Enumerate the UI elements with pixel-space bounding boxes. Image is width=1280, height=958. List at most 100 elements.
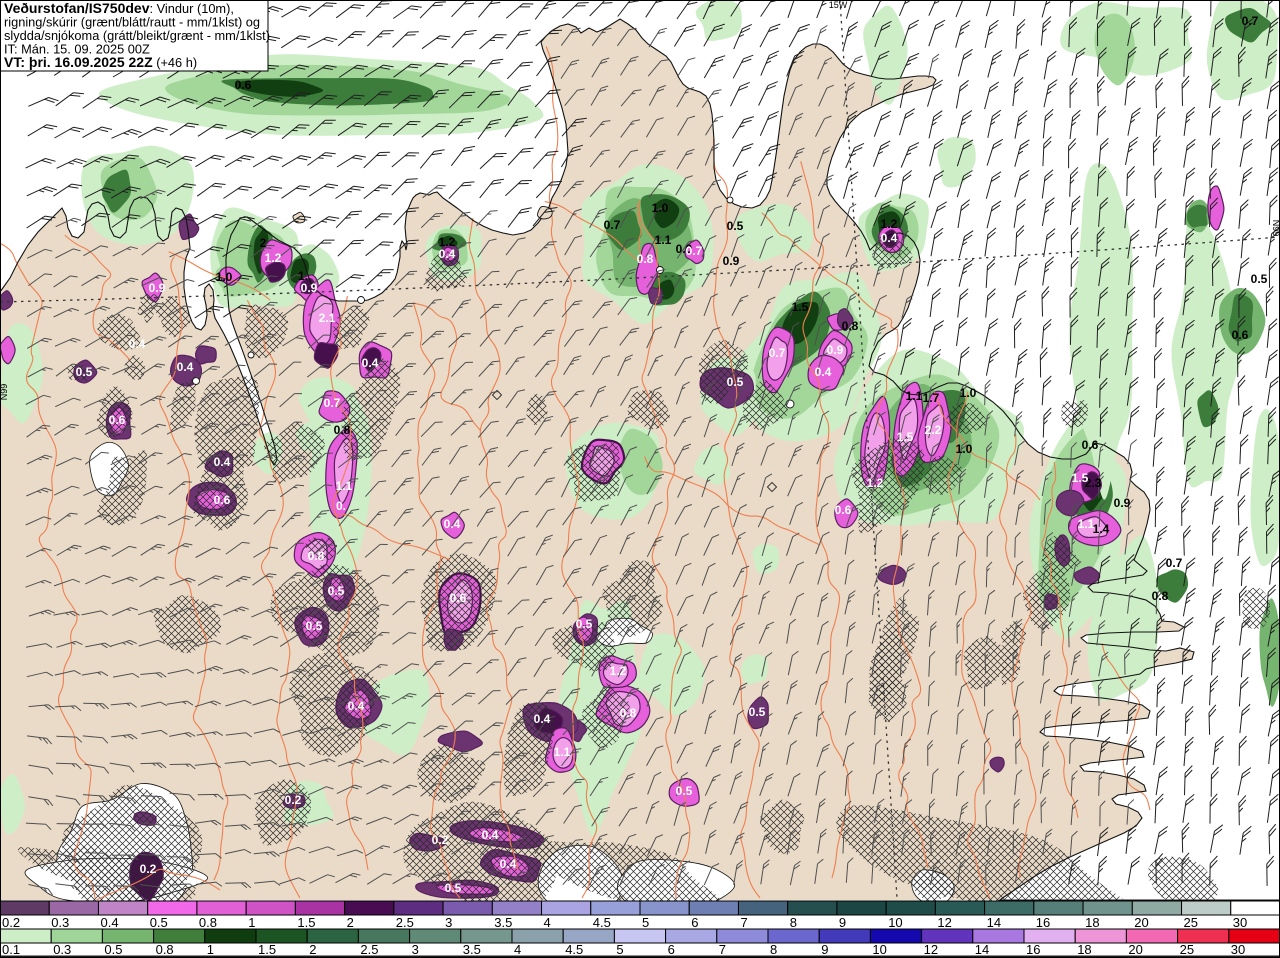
svg-text:1.1: 1.1 (655, 233, 672, 247)
svg-text:N99: N99 (0, 384, 9, 401)
svg-text:1: 1 (248, 915, 255, 930)
svg-text:0.8: 0.8 (1152, 589, 1169, 603)
svg-text:6: 6 (668, 942, 675, 957)
svg-text:16: 16 (1026, 942, 1040, 957)
svg-text:1: 1 (207, 942, 214, 957)
svg-text:0.9: 0.9 (723, 254, 740, 268)
svg-text:2.5: 2.5 (396, 915, 414, 930)
svg-text:5: 5 (642, 915, 649, 930)
svg-text:30: 30 (1231, 942, 1245, 957)
svg-text:1.1: 1.1 (1078, 517, 1095, 531)
svg-text:25: 25 (1184, 915, 1198, 930)
svg-text:1.4: 1.4 (1093, 522, 1110, 536)
svg-text:15W: 15W (829, 0, 848, 10)
svg-text:1.0: 1.0 (652, 201, 669, 215)
svg-text:0.6: 0.6 (835, 503, 852, 517)
svg-text:0.8: 0.8 (637, 252, 654, 266)
svg-text:20: 20 (1134, 915, 1148, 930)
svg-text:0.4: 0.4 (534, 712, 551, 726)
svg-text:4: 4 (544, 915, 551, 930)
svg-text:14: 14 (987, 915, 1001, 930)
svg-text:9: 9 (839, 915, 846, 930)
svg-text:N99: N99 (1271, 220, 1280, 237)
svg-text:0.8: 0.8 (842, 319, 859, 333)
svg-text:7: 7 (741, 915, 748, 930)
svg-text:VT: þri. 16.09.2025 22Z (+46 h: VT: þri. 16.09.2025 22Z (+46 h) (4, 54, 197, 70)
svg-text:2: 2 (347, 915, 354, 930)
svg-text:0.6: 0.6 (450, 591, 467, 605)
svg-text:5: 5 (616, 942, 623, 957)
svg-text:0.3: 0.3 (51, 915, 69, 930)
svg-text:0.5: 0.5 (1251, 272, 1268, 286)
svg-text:0.7: 0.7 (604, 218, 621, 232)
svg-text:0.9: 0.9 (149, 281, 166, 295)
svg-text:0.2: 0.2 (285, 793, 302, 807)
svg-text:9: 9 (821, 942, 828, 957)
svg-text:1.7: 1.7 (923, 391, 940, 405)
svg-text:1.2: 1.2 (610, 664, 627, 678)
svg-text:0.5: 0.5 (727, 375, 744, 389)
svg-text:1.5: 1.5 (897, 430, 914, 444)
svg-text:0.8: 0.8 (156, 942, 174, 957)
svg-text:2.2: 2.2 (925, 423, 942, 437)
svg-text:1.0: 1.0 (216, 270, 233, 284)
svg-text:1.1: 1.1 (906, 389, 923, 403)
svg-text:0.7: 0.7 (324, 396, 341, 410)
svg-text:18: 18 (1085, 915, 1099, 930)
svg-text:0.5: 0.5 (676, 784, 693, 798)
svg-text:0.6: 0.6 (1232, 328, 1249, 342)
svg-text:0.6: 0.6 (109, 413, 126, 427)
svg-text:0.5: 0.5 (306, 619, 323, 633)
svg-text:0.4: 0.4 (444, 517, 461, 531)
svg-text:1.5: 1.5 (792, 300, 809, 314)
svg-text:8: 8 (790, 915, 797, 930)
svg-text:12: 12 (924, 942, 938, 957)
svg-text:18: 18 (1077, 942, 1091, 957)
svg-text:0.4: 0.4 (129, 337, 146, 351)
svg-text:6: 6 (691, 915, 698, 930)
svg-text:4: 4 (514, 942, 521, 957)
svg-text:0.7: 0.7 (686, 244, 703, 258)
svg-text:0.6: 0.6 (235, 78, 252, 92)
svg-text:25: 25 (1180, 942, 1194, 957)
svg-text:0.9: 0.9 (827, 343, 844, 357)
svg-text:0.4: 0.4 (362, 356, 379, 370)
svg-text:0.5: 0.5 (576, 617, 593, 631)
svg-text:1.0: 1.0 (956, 442, 973, 456)
svg-text:0.4: 0.4 (815, 365, 832, 379)
svg-text:2.1: 2.1 (319, 311, 336, 325)
svg-text:0.6: 0.6 (214, 493, 231, 507)
svg-text:10: 10 (872, 942, 886, 957)
svg-text:0.5: 0.5 (76, 365, 93, 379)
svg-text:1.2: 1.2 (265, 251, 282, 265)
svg-text:3.5: 3.5 (463, 942, 481, 957)
svg-text:3: 3 (445, 915, 452, 930)
svg-text:4.5: 4.5 (565, 942, 583, 957)
svg-text:1.0: 1.0 (960, 386, 977, 400)
svg-text:1.5: 1.5 (297, 915, 315, 930)
svg-text:8: 8 (770, 942, 777, 957)
svg-text:0.9: 0.9 (1114, 496, 1131, 510)
svg-text:0.4: 0.4 (348, 699, 365, 713)
svg-text:0.8: 0.8 (334, 423, 351, 437)
svg-text:0.2: 0.2 (2, 915, 20, 930)
svg-text:4.5: 4.5 (593, 915, 611, 930)
svg-text:2.5: 2.5 (360, 942, 378, 957)
svg-text:3.5: 3.5 (494, 915, 512, 930)
svg-text:1.5: 1.5 (1072, 471, 1089, 485)
svg-text:0.2: 0.2 (432, 833, 449, 847)
svg-text:0.6: 0.6 (1082, 438, 1099, 452)
svg-text:0.7: 0.7 (1242, 14, 1259, 28)
svg-text:30: 30 (1233, 915, 1247, 930)
svg-text:0.5: 0.5 (104, 942, 122, 957)
svg-text:12: 12 (937, 915, 951, 930)
svg-text:7: 7 (719, 942, 726, 957)
svg-text:0.5: 0.5 (749, 705, 766, 719)
svg-text:0.5: 0.5 (445, 881, 462, 895)
svg-text:16: 16 (1036, 915, 1050, 930)
svg-text:1.1: 1.1 (554, 745, 571, 759)
svg-text:0.7: 0.7 (1166, 556, 1183, 570)
svg-text:1.5: 1.5 (258, 942, 276, 957)
svg-text:0.7: 0.7 (769, 346, 786, 360)
svg-text:20: 20 (1128, 942, 1142, 957)
